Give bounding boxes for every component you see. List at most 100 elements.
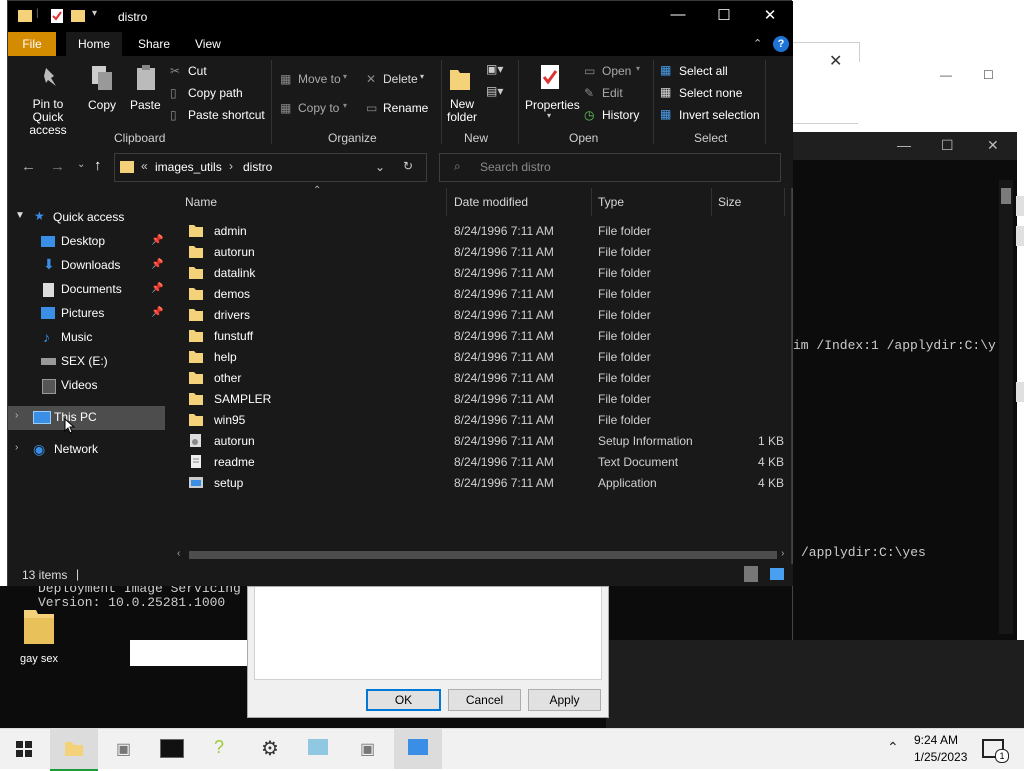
tab-share[interactable]: Share bbox=[126, 32, 182, 56]
nav-network[interactable]: › ◉ Network bbox=[8, 438, 165, 462]
copy-button[interactable]: Copy bbox=[88, 98, 116, 112]
nav-videos[interactable]: Videos bbox=[8, 374, 165, 398]
address-bar[interactable]: « images_utils › distro ⌄ ↻ bbox=[114, 153, 427, 182]
close-icon[interactable]: ✕ bbox=[987, 137, 999, 154]
paste-shortcut-button[interactable]: Paste shortcut bbox=[188, 108, 265, 122]
column-header-size[interactable]: Size bbox=[718, 195, 741, 209]
tab-view[interactable]: View bbox=[183, 32, 233, 56]
nav-quick-access[interactable]: ▼ ★ Quick access bbox=[8, 206, 165, 230]
maximize-icon[interactable]: ☐ bbox=[983, 68, 994, 82]
taskbar-app[interactable] bbox=[294, 729, 342, 769]
table-row[interactable]: help 8/24/1996 7:11 AM File folder bbox=[173, 347, 790, 368]
taskbar-app[interactable]: ? bbox=[198, 729, 246, 769]
minimize-icon[interactable]: — bbox=[897, 137, 911, 153]
clock-date[interactable]: 1/25/2023 bbox=[914, 750, 967, 764]
chevron-right-icon[interactable]: › bbox=[15, 410, 18, 421]
nav-desktop[interactable]: Desktop 📌 bbox=[8, 230, 165, 254]
chevron-down-icon[interactable]: ⌄ bbox=[375, 160, 385, 174]
scrollbar-thumb[interactable] bbox=[189, 551, 777, 559]
open-button[interactable]: Open bbox=[602, 64, 631, 78]
console-window[interactable]: — ☐ ✕ im /Index:1 /applydir:C:\y /applyd… bbox=[792, 132, 1017, 640]
history-button[interactable]: History bbox=[602, 108, 639, 122]
select-none-button[interactable]: Select none bbox=[679, 86, 742, 100]
help-icon[interactable]: ? bbox=[773, 36, 789, 52]
table-row[interactable]: setup 8/24/1996 7:11 AM Application 4 KB bbox=[173, 473, 790, 494]
nav-pictures[interactable]: Pictures 📌 bbox=[8, 302, 165, 326]
chevron-down-icon[interactable]: ⌄ bbox=[77, 159, 85, 170]
table-row[interactable]: SAMPLER 8/24/1996 7:11 AM File folder bbox=[173, 389, 790, 410]
nav-drive-e[interactable]: SEX (E:) bbox=[8, 350, 165, 374]
table-row[interactable]: autorun 8/24/1996 7:11 AM File folder bbox=[173, 242, 790, 263]
clock-time[interactable]: 9:24 AM bbox=[914, 733, 958, 747]
cut-button[interactable]: Cut bbox=[188, 64, 207, 78]
refresh-icon[interactable]: ↻ bbox=[403, 159, 413, 173]
search-input[interactable]: Search distro bbox=[480, 160, 551, 174]
console-scrollbar[interactable] bbox=[999, 180, 1013, 634]
invert-selection-button[interactable]: Invert selection bbox=[679, 108, 760, 122]
pin-to-quick-access-button[interactable]: Pin to Quick access bbox=[16, 98, 80, 137]
table-row[interactable]: other 8/24/1996 7:11 AM File folder bbox=[173, 368, 790, 389]
chevron-up-icon[interactable]: ⌃ bbox=[887, 739, 899, 756]
ok-button[interactable]: OK bbox=[366, 689, 441, 711]
new-folder-button[interactable]: New folder bbox=[445, 98, 479, 124]
easy-access-icon[interactable]: ▤▾ bbox=[486, 84, 503, 98]
cancel-button[interactable]: Cancel bbox=[448, 689, 521, 711]
minimize-icon[interactable]: — bbox=[940, 68, 952, 82]
copy-path-button[interactable]: Copy path bbox=[188, 86, 243, 100]
table-row[interactable]: demos 8/24/1996 7:11 AM File folder bbox=[173, 284, 790, 305]
nav-music[interactable]: ♪ Music bbox=[8, 326, 165, 350]
paste-button[interactable]: Paste bbox=[130, 98, 161, 112]
horizontal-scrollbar[interactable]: ‹ › bbox=[173, 548, 790, 562]
delete-button[interactable]: Delete bbox=[383, 72, 418, 86]
close-icon[interactable]: ✕ bbox=[829, 51, 842, 71]
chevron-right-icon[interactable]: › bbox=[15, 442, 18, 453]
back-icon[interactable]: ← bbox=[21, 158, 36, 175]
nav-this-pc[interactable]: › This PC bbox=[8, 406, 165, 430]
taskbar-app[interactable] bbox=[394, 729, 442, 769]
apply-button[interactable]: Apply bbox=[528, 689, 601, 711]
table-row[interactable]: admin 8/24/1996 7:11 AM File folder bbox=[173, 221, 790, 242]
properties-icon[interactable] bbox=[50, 8, 64, 24]
column-header-name[interactable]: Name bbox=[185, 195, 217, 209]
collapse-ribbon-icon[interactable]: ⌃ bbox=[753, 37, 762, 50]
table-row[interactable]: drivers 8/24/1996 7:11 AM File folder bbox=[173, 305, 790, 326]
edit-button[interactable]: Edit bbox=[602, 86, 623, 100]
table-row[interactable]: autorun 8/24/1996 7:11 AM Setup Informatio… bbox=[173, 431, 790, 452]
taskbar-app[interactable]: ▣ bbox=[344, 729, 392, 769]
move-to-button[interactable]: Move to bbox=[298, 72, 341, 86]
chevron-down-icon[interactable]: ▾ bbox=[92, 8, 106, 24]
forward-icon[interactable]: → bbox=[50, 158, 65, 175]
tab-home[interactable]: Home bbox=[66, 32, 123, 56]
taskbar-app[interactable]: ▣ bbox=[100, 729, 148, 769]
new-item-icon[interactable]: ▣▾ bbox=[486, 62, 503, 76]
breadcrumb-overflow[interactable]: « bbox=[141, 159, 148, 173]
large-icons-view-icon[interactable] bbox=[770, 568, 784, 580]
details-view-icon[interactable] bbox=[744, 566, 758, 582]
search-box[interactable]: ⌕ Search distro bbox=[439, 153, 781, 182]
table-row[interactable]: readme 8/24/1996 7:11 AM Text Document 4 KB bbox=[173, 452, 790, 473]
scroll-left-icon[interactable]: ‹ bbox=[177, 548, 180, 559]
column-header-type[interactable]: Type bbox=[598, 195, 624, 209]
taskbar-settings[interactable]: ⚙ bbox=[246, 729, 294, 769]
chevron-down-icon[interactable]: ▼ bbox=[15, 210, 25, 221]
properties-button[interactable]: Properties bbox=[525, 98, 580, 112]
breadcrumb-distro[interactable]: distro bbox=[243, 160, 272, 174]
table-row[interactable]: funstuff 8/24/1996 7:11 AM File folder bbox=[173, 326, 790, 347]
up-icon[interactable]: ↑ bbox=[94, 157, 102, 174]
breadcrumb-images-utils[interactable]: images_utils bbox=[155, 160, 222, 174]
maximize-icon[interactable]: ☐ bbox=[704, 6, 744, 24]
minimize-icon[interactable]: — bbox=[658, 6, 698, 23]
titlebar[interactable]: | ▾ distro — ☐ ✕ bbox=[8, 1, 793, 32]
column-header-date-modified[interactable]: Date modified bbox=[454, 195, 528, 209]
tab-file[interactable]: File bbox=[8, 32, 56, 56]
copy-to-button[interactable]: Copy to bbox=[298, 101, 339, 115]
taskbar-command-prompt[interactable] bbox=[148, 729, 196, 769]
desktop-folder-icon[interactable] bbox=[22, 606, 56, 646]
rename-button[interactable]: Rename bbox=[383, 101, 428, 115]
nav-documents[interactable]: Documents 📌 bbox=[8, 278, 165, 302]
taskbar-file-explorer[interactable] bbox=[50, 729, 98, 771]
close-icon[interactable]: ✕ bbox=[750, 6, 790, 24]
table-row[interactable]: win95 8/24/1996 7:11 AM File folder bbox=[173, 410, 790, 431]
select-all-button[interactable]: Select all bbox=[679, 64, 728, 78]
scroll-right-icon[interactable]: › bbox=[781, 548, 784, 559]
